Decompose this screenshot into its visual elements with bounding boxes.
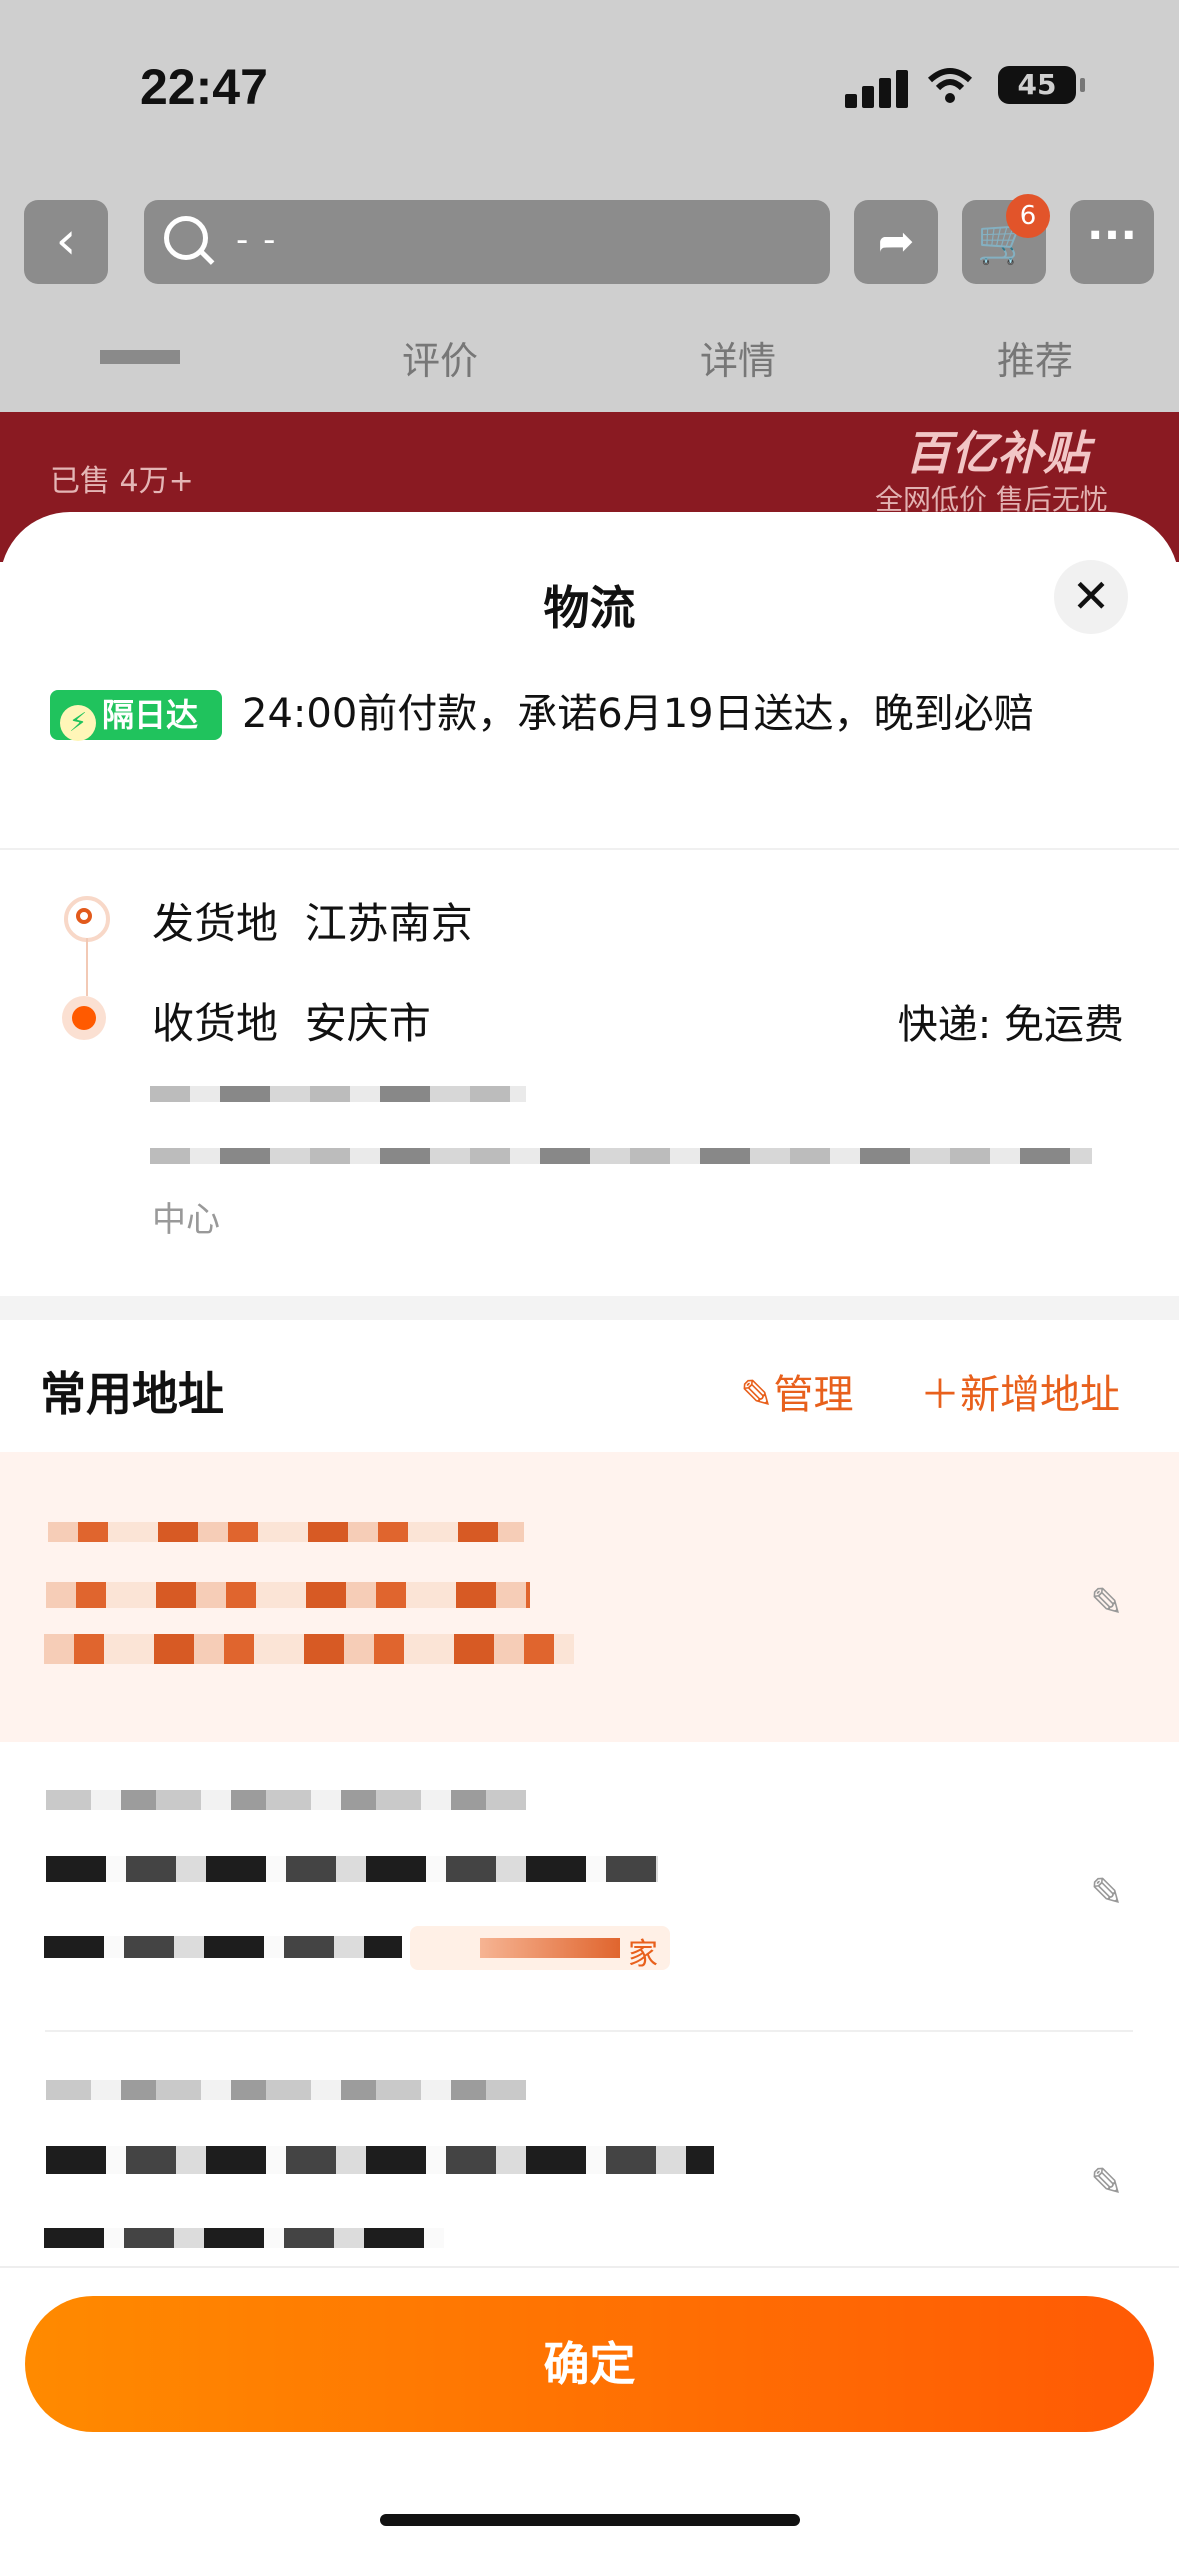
share-button[interactable]: ➦ [854,200,938,284]
status-time: 22:47 [140,59,268,115]
close-button[interactable]: ✕ [1054,560,1128,634]
redacted-address [46,1856,658,1882]
redacted-address [46,1582,530,1608]
express-fee: 快递: 免运费 [897,1002,1124,1048]
redacted-address [44,1936,402,1958]
top-nav: ‹ - - ➦ 🛒 6 ··· [0,194,1179,290]
origin-dot-icon [64,896,110,942]
add-address-label: 新增地址 [960,1372,1120,1418]
destination-value: 安庆市 [304,999,431,1048]
pencil-icon: ✎ [740,1372,774,1418]
search-query: - - [236,220,278,260]
back-button[interactable]: ‹ [24,200,108,284]
search-bar[interactable]: - - [144,200,830,284]
add-address-button[interactable]: ＋新增地址 [920,1362,1120,1420]
cart-badge: 6 [1006,194,1050,238]
origin-row: 发货地 江苏南京 [152,890,473,951]
battery-icon: 45 [998,66,1085,104]
background-page: 22:47 45 ‹ - - ➦ 🛒 6 ··· 评价 详情 推荐 已售 4万+ … [0,0,1179,562]
signal-icon [845,70,913,108]
sheet-title: 物流 [543,581,636,635]
bolt-icon: ⚡ [60,705,96,741]
home-tag-label: 家 [628,1937,658,1972]
origin-label: 发货地 [152,899,279,948]
wifi-icon [927,68,973,103]
home-indicator [380,2514,800,2526]
plus-icon: ＋ [920,1372,960,1418]
cart-button[interactable]: 🛒 6 [962,194,1050,284]
banner-brand: 百亿补贴 [905,426,1089,480]
delivery-text: 24:00前付款，承诺6月19日送达，晚到必赔 [242,691,1034,737]
address-item[interactable]: 家 ✎ [0,1742,1179,2032]
origin-value: 江苏南京 [304,899,473,948]
address-item[interactable]: ✎ [0,2032,1179,2272]
common-address-title: 常用地址 [40,1367,224,1421]
section-gap [0,1296,1179,1320]
tab-details[interactable]: 详情 [700,330,776,385]
edit-address-icon[interactable]: ✎ [1090,2160,1124,2206]
edit-address-icon[interactable]: ✎ [1090,1870,1124,1916]
redacted-address [46,2146,714,2174]
redacted-address-line [150,1148,1092,1164]
home-tag: 家 [410,1926,670,1972]
common-address-header: 常用地址 ✎管理 ＋新增地址 [0,1320,1179,1450]
manage-button[interactable]: ✎管理 [740,1362,854,1420]
route-line [86,938,88,996]
manage-label: 管理 [773,1372,854,1418]
logistics-sheet: 物流 ✕ ⚡ 隔日达 24:00前付款，承诺6月19日送达，晚到必赔 发货地 江苏… [0,512,1179,2556]
product-tabs: 评价 详情 推荐 [0,330,1179,390]
status-bar: 22:47 45 [0,0,1179,170]
tab-recommend[interactable]: 推荐 [997,330,1073,385]
address-tail: 中心 [152,1200,220,1240]
destination-row: 收货地 安庆市 [152,990,431,1051]
redacted-address [44,2228,444,2248]
redacted-address-line [150,1086,526,1102]
search-icon [164,216,208,260]
edit-address-icon[interactable]: ✎ [1090,1580,1124,1626]
divider [0,848,1179,850]
tab-reviews[interactable]: 评价 [402,330,478,385]
redacted-name [46,2080,526,2100]
destination-label: 收货地 [152,999,279,1048]
redacted-address [44,1634,574,1664]
redacted-name [46,1790,526,1810]
redacted-name [48,1522,524,1542]
sold-count: 已售 4万+ [50,464,194,499]
tab-product[interactable] [100,350,180,364]
next-day-tag-label: 隔日达 [102,696,199,734]
destination-dot-icon [62,996,106,1040]
address-item[interactable]: ✎ [0,1452,1179,1742]
confirm-button[interactable]: 确定 [25,2296,1154,2432]
more-button[interactable]: ··· [1070,200,1154,284]
next-day-tag: ⚡ 隔日达 [50,690,222,741]
